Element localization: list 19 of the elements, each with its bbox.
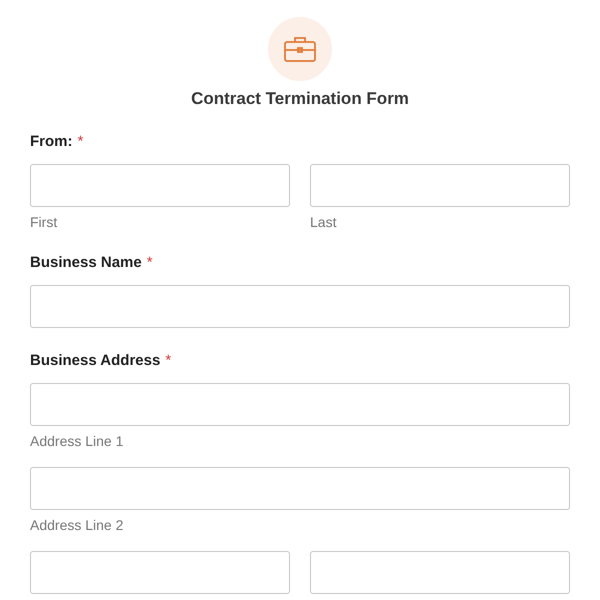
field-label: Business Address	[30, 352, 160, 369]
field-sublabel: Address Line 2	[30, 517, 124, 533]
field-sublabel: First	[30, 214, 58, 230]
text-field[interactable]	[30, 164, 290, 207]
text-field[interactable]	[30, 285, 570, 328]
field-label: From:	[30, 133, 72, 150]
form-title: Contract Termination Form	[191, 89, 409, 109]
required-mark: *	[78, 133, 84, 150]
text-field[interactable]	[30, 383, 570, 426]
field-label: Business Name	[30, 254, 142, 271]
text-field[interactable]	[310, 164, 570, 207]
field-sublabel: Last	[310, 214, 338, 230]
text-field[interactable]	[310, 551, 570, 594]
briefcase-icon	[284, 36, 316, 62]
text-field[interactable]	[30, 467, 570, 510]
required-mark: *	[146, 254, 153, 271]
field-sublabel: Address Line 1	[30, 433, 124, 449]
required-mark: *	[165, 352, 172, 369]
text-field[interactable]	[30, 551, 290, 594]
